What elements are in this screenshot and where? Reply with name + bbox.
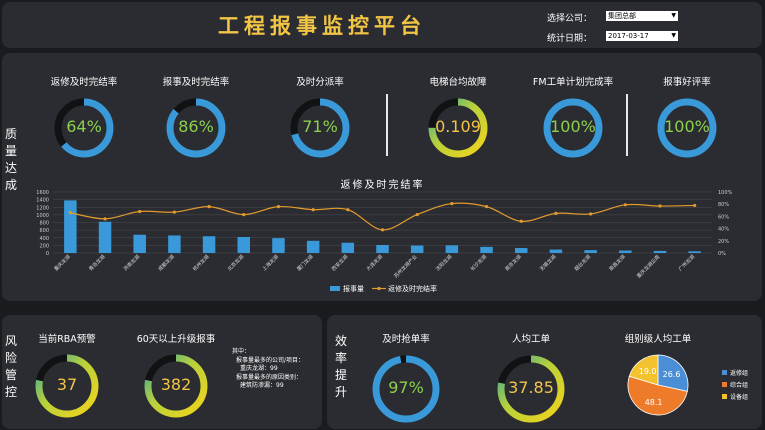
risk-note-line: 报事量最多的原因类别： xyxy=(236,373,303,381)
divider xyxy=(626,94,628,156)
risk-note-line: 建筑防渗漏：99 xyxy=(240,382,284,389)
gauge-title: 及时抢单率 xyxy=(382,334,430,345)
chevron-down-icon: ▼ xyxy=(671,12,676,19)
gauge-value: 86% xyxy=(178,117,214,136)
gauge-value: 64% xyxy=(66,117,102,136)
gauge-value: 100% xyxy=(664,117,710,136)
gauge-value: 37.85 xyxy=(508,378,554,397)
company-label: 选择公司： xyxy=(547,14,593,24)
page-title: 工程报事监控平台 xyxy=(218,14,426,38)
gauge-value: 100% xyxy=(550,117,596,136)
pie-title: 组别级人均工单 xyxy=(624,334,692,345)
gauge-value: 71% xyxy=(302,117,338,136)
risk-note-line: 报事量最多的公司/项目： xyxy=(236,356,305,364)
gauge-value: 0.109 xyxy=(435,117,481,136)
chart-title: 返修及时完结率 xyxy=(340,180,425,191)
header-bar: 工程报事监控平台 选择公司： 集团总部 ▼ 统计日期： 2017-03-17 ▼ xyxy=(2,2,762,48)
date-label: 统计日期： xyxy=(547,34,593,44)
chevron-down-icon: ▼ xyxy=(671,32,676,39)
gauge-value: 382 xyxy=(160,375,192,394)
gauge-title: 电梯台均故障 xyxy=(429,77,487,88)
risk-note: 其中： 报事量最多的公司/项目： 重庆龙湖：99 报事量最多的原因类别： 建筑防渗漏：9… xyxy=(232,348,304,391)
section-label-efficiency: 效率提升 xyxy=(334,334,347,399)
gauge-title: 及时分派率 xyxy=(296,77,344,88)
gauge-title: FM工单计划完成率 xyxy=(532,77,614,88)
gauge-title: 返修及时完结率 xyxy=(50,77,118,88)
risk-note-line: 重庆龙湖：99 xyxy=(240,365,278,372)
date-select-value: 2017-03-17 xyxy=(608,32,649,40)
risk-note-line: 其中： xyxy=(232,348,251,355)
date-select[interactable]: 2017-03-17 ▼ xyxy=(606,31,678,41)
gauge-title: 当前RBA预警 xyxy=(38,334,96,345)
gauge-title: 人均工单 xyxy=(511,334,550,345)
gauge-title: 60天以上升级报事 xyxy=(136,334,216,345)
gauge-value: 97% xyxy=(388,378,424,397)
divider xyxy=(386,94,388,156)
company-select-value: 集团总部 xyxy=(608,12,636,20)
gauge-title: 报事及时完结率 xyxy=(162,77,230,88)
gauge-title: 报事好评率 xyxy=(663,77,711,88)
company-select[interactable]: 集团总部 ▼ xyxy=(606,11,678,21)
gauge-value: 37 xyxy=(56,375,78,394)
